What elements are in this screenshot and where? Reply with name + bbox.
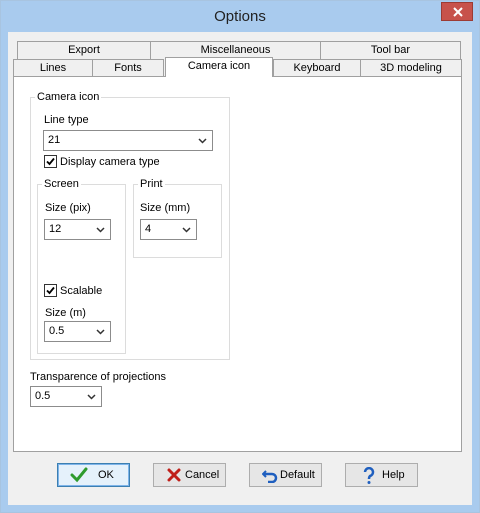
window-title: Options — [214, 8, 266, 25]
tab-tool-bar[interactable]: Tool bar — [320, 41, 461, 60]
size-m-label: Size (m) — [45, 307, 86, 319]
title-bar[interactable]: Options — [1, 1, 479, 32]
screen-group-label: Screen — [42, 178, 81, 190]
help-button[interactable]: Help — [345, 463, 418, 487]
ok-label: OK — [98, 469, 114, 481]
tab-fonts[interactable]: Fonts — [92, 59, 164, 77]
chevron-down-icon — [182, 227, 191, 233]
chevron-down-icon — [198, 138, 207, 144]
tab-keyboard[interactable]: Keyboard — [273, 59, 361, 77]
undo-arrow-icon — [262, 470, 278, 483]
chevron-down-icon — [96, 227, 105, 233]
print-group: Print — [133, 178, 222, 258]
scalable-checkbox[interactable] — [44, 284, 57, 297]
camera-icon-group-label: Camera icon — [35, 91, 102, 103]
checkmark-icon — [46, 286, 55, 295]
scalable-label: Scalable — [60, 285, 103, 297]
screen-size-select[interactable]: 12 — [44, 219, 111, 240]
chevron-down-icon — [87, 394, 96, 400]
print-size-label: Size (mm) — [140, 202, 191, 214]
transparence-value: 0.5 — [35, 390, 51, 402]
line-type-value: 21 — [48, 134, 61, 146]
close-button[interactable] — [441, 2, 473, 21]
line-type-label: Line type — [44, 114, 89, 126]
default-label: Default — [280, 469, 315, 481]
default-button[interactable]: Default — [249, 463, 322, 487]
display-camera-type-label: Display camera type — [60, 156, 160, 168]
screen-size-label: Size (pix) — [45, 202, 91, 214]
tab-3d-modeling[interactable]: 3D modeling — [360, 59, 462, 77]
cancel-button[interactable]: Cancel — [153, 463, 226, 487]
print-size-value: 4 — [145, 223, 152, 235]
print-size-select[interactable]: 4 — [140, 219, 197, 240]
cancel-label: Cancel — [185, 469, 220, 481]
size-m-select[interactable]: 0.5 — [44, 321, 111, 342]
tab-camera-icon[interactable]: Camera icon — [165, 57, 273, 77]
camera-icon-tab-panel: Camera icon Line type 21 Display camera … — [13, 76, 462, 452]
close-icon — [453, 7, 463, 17]
tab-export[interactable]: Export — [17, 41, 151, 60]
screen-size-value: 12 — [49, 223, 62, 235]
checkmark-icon — [70, 467, 88, 483]
ok-button[interactable]: OK — [57, 463, 130, 487]
checkmark-icon — [46, 157, 55, 166]
help-label: Help — [382, 469, 405, 481]
help-question-icon — [363, 467, 375, 484]
tab-lines[interactable]: Lines — [13, 59, 93, 77]
transparence-select[interactable]: 0.5 — [30, 386, 102, 407]
line-type-select[interactable]: 21 — [43, 130, 213, 151]
cancel-x-icon — [167, 468, 181, 482]
chevron-down-icon — [96, 329, 105, 335]
display-camera-type-checkbox[interactable] — [44, 155, 57, 168]
size-m-value: 0.5 — [49, 325, 65, 337]
print-group-label: Print — [138, 178, 165, 190]
transparence-label: Transparence of projections — [30, 371, 166, 383]
